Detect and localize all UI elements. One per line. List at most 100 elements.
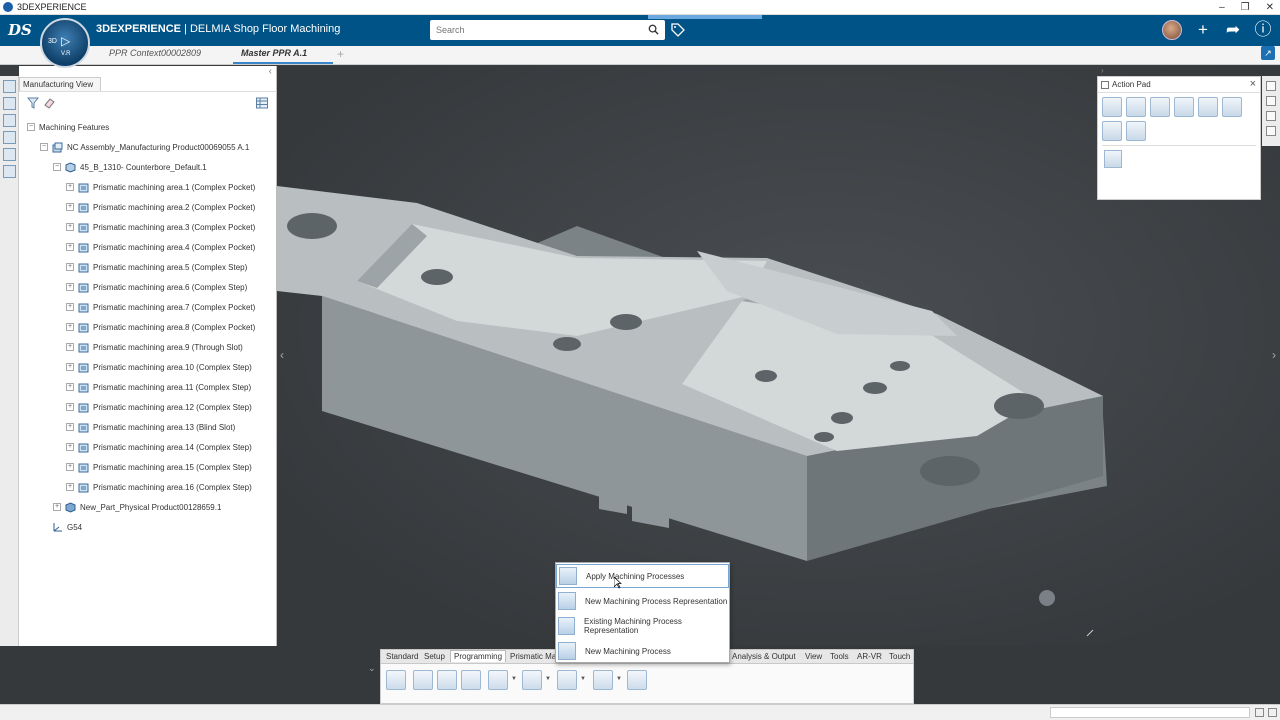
tree-view-icon[interactable] [3, 80, 16, 93]
stock-icon[interactable] [1174, 97, 1194, 117]
table-view-icon[interactable] [256, 97, 268, 109]
expand-action-pad-icon[interactable]: › [1101, 66, 1104, 75]
tool-icon[interactable] [3, 114, 16, 127]
tree-node-nc-assembly[interactable]: − NC Assembly_Manufacturing Product00069… [40, 140, 249, 154]
edit-list-icon[interactable] [1104, 150, 1122, 168]
collapse-icon[interactable]: − [53, 163, 61, 171]
tree-node-axis-system[interactable]: G54 [52, 520, 82, 534]
program-icon[interactable] [1126, 121, 1146, 141]
transition-path-icon[interactable] [488, 670, 508, 690]
search-box[interactable] [430, 20, 665, 40]
machining-axis-icon[interactable] [461, 670, 481, 690]
machining-process-icon[interactable] [557, 670, 577, 690]
search-icon[interactable] [648, 24, 659, 35]
list-icon[interactable] [3, 165, 16, 178]
minimize-icon[interactable]: – [1219, 0, 1225, 15]
menu-item-apply-machining-processes[interactable]: Apply Machining Processes [556, 564, 729, 588]
eraser-icon[interactable] [43, 97, 55, 109]
right-tool-icon[interactable] [1266, 111, 1276, 121]
tree-node-machining-area[interactable]: + Prismatic machining area.13 (Blind Slot… [66, 420, 235, 434]
tree-node-machining-area[interactable]: + Prismatic machining area.11 (Complex St… [66, 380, 251, 394]
share-icon[interactable]: ➦ [1224, 20, 1242, 40]
expand-icon[interactable]: + [66, 443, 74, 451]
expand-icon[interactable]: + [66, 283, 74, 291]
fullscreen-icon[interactable]: ↗ [1261, 46, 1275, 60]
right-tool-icon[interactable] [1266, 81, 1276, 91]
expand-icon[interactable]: + [66, 403, 74, 411]
expand-icon[interactable]: + [66, 203, 74, 211]
play-icon[interactable]: ▷ [61, 34, 70, 48]
chevron-down-icon[interactable]: ▼ [616, 676, 622, 682]
tree-node-machining-area[interactable]: + Prismatic machining area.7 (Complex Poc… [66, 300, 255, 314]
help-icon[interactable]: ⓘ [1254, 20, 1272, 40]
chevron-down-icon[interactable]: ▼ [511, 676, 517, 682]
tab-programming[interactable]: Programming [450, 650, 507, 662]
axis-icon[interactable] [1102, 121, 1122, 141]
collapse-toolbar-icon[interactable]: ⌄ [368, 663, 376, 674]
left-nav-arrow[interactable]: ‹ [280, 348, 284, 362]
chevron-down-icon[interactable]: ▼ [580, 676, 586, 682]
tree-node-feature-group[interactable]: − 45_B_1310- Counterbore_Default.1 [53, 160, 207, 174]
part-operation-icon[interactable] [1126, 97, 1146, 117]
close-action-pad-button[interactable]: × [1250, 78, 1256, 90]
add-icon[interactable]: + [1194, 20, 1212, 40]
process-icon[interactable] [3, 148, 16, 161]
right-nav-arrow[interactable]: › [1272, 348, 1276, 362]
expand-icon[interactable]: + [66, 463, 74, 471]
fixture-icon[interactable] [1198, 97, 1218, 117]
expand-icon[interactable]: + [66, 383, 74, 391]
tree-node-machining-area[interactable]: + Prismatic machining area.16 (Complex St… [66, 480, 252, 494]
tab-prismatic-machining[interactable]: Prismatic Ma [507, 651, 559, 662]
copy-transform-icon[interactable] [627, 670, 647, 690]
right-tool-icon[interactable] [1266, 96, 1276, 106]
expand-icon[interactable]: + [66, 263, 74, 271]
tab-standard[interactable]: Standard [383, 651, 421, 662]
expand-icon[interactable]: + [66, 243, 74, 251]
design-part-icon[interactable] [1222, 97, 1242, 117]
expand-icon[interactable]: + [66, 303, 74, 311]
tree-node-machining-area[interactable]: + Prismatic machining area.10 (Complex St… [66, 360, 252, 374]
tab-ppr-context[interactable]: PPR Context00002809 [109, 48, 201, 58]
collapse-panel-icon[interactable]: ‹ [269, 66, 272, 77]
setup-icon[interactable] [1150, 97, 1170, 117]
tab-tools[interactable]: Tools [827, 651, 852, 662]
tree-node-machining-area[interactable]: + Prismatic machining area.8 (Complex Poc… [66, 320, 255, 334]
chevron-down-icon[interactable]: ▼ [545, 676, 551, 682]
tree-node-machining-area[interactable]: + Prismatic machining area.2 (Complex Poc… [66, 200, 255, 214]
pin-icon[interactable] [1101, 81, 1109, 89]
tree-node-machining-area[interactable]: + Prismatic machining area.9 (Through Slo… [66, 340, 243, 354]
status-icon[interactable] [1255, 708, 1264, 717]
tree-node-machining-area[interactable]: + Prismatic machining area.5 (Complex Ste… [66, 260, 247, 274]
tree-node-machining-area[interactable]: + Prismatic machining area.14 (Complex St… [66, 440, 252, 454]
tool-change-icon[interactable] [437, 670, 457, 690]
compass-widget[interactable]: 3D ▷ V.R [40, 18, 90, 68]
avatar[interactable] [1162, 20, 1182, 40]
menu-item-new-machining-process[interactable]: New Machining Process [556, 639, 729, 663]
close-icon[interactable]: ✕ [1266, 0, 1274, 15]
tab-touch[interactable]: Touch [886, 651, 913, 662]
right-tool-icon[interactable] [1266, 126, 1276, 136]
tree-node-physical-product[interactable]: + New_Part_Physical Product00128659.1 [53, 500, 221, 514]
expand-icon[interactable]: + [66, 183, 74, 191]
approach-icon[interactable] [522, 670, 542, 690]
machine-icon[interactable] [1102, 97, 1122, 117]
menu-item-new-process-representation[interactable]: New Machining Process Representation [556, 589, 729, 613]
tree-node-machining-features[interactable]: − Machining Features [27, 120, 109, 134]
collapse-icon[interactable]: − [40, 143, 48, 151]
collapse-icon[interactable]: − [27, 123, 35, 131]
tree-node-machining-area[interactable]: + Prismatic machining area.1 (Complex Poc… [66, 180, 255, 194]
tool-assembly-icon[interactable] [413, 670, 433, 690]
sequence-icon[interactable] [593, 670, 613, 690]
tag-icon[interactable] [670, 22, 686, 38]
expand-icon[interactable]: + [53, 503, 61, 511]
command-input[interactable] [1050, 707, 1250, 718]
tree-node-machining-area[interactable]: + Prismatic machining area.4 (Complex Poc… [66, 240, 255, 254]
program-list-icon[interactable] [386, 670, 406, 690]
filter-icon[interactable] [27, 97, 39, 109]
expand-icon[interactable]: + [66, 343, 74, 351]
tab-master-ppr[interactable]: Master PPR A.1 [232, 48, 334, 64]
search-input[interactable] [430, 20, 630, 40]
tab-analysis-output[interactable]: Analysis & Output [729, 651, 799, 662]
tab-ar-vr[interactable]: AR-VR [854, 651, 885, 662]
tree-node-machining-area[interactable]: + Prismatic machining area.6 (Complex Ste… [66, 280, 247, 294]
